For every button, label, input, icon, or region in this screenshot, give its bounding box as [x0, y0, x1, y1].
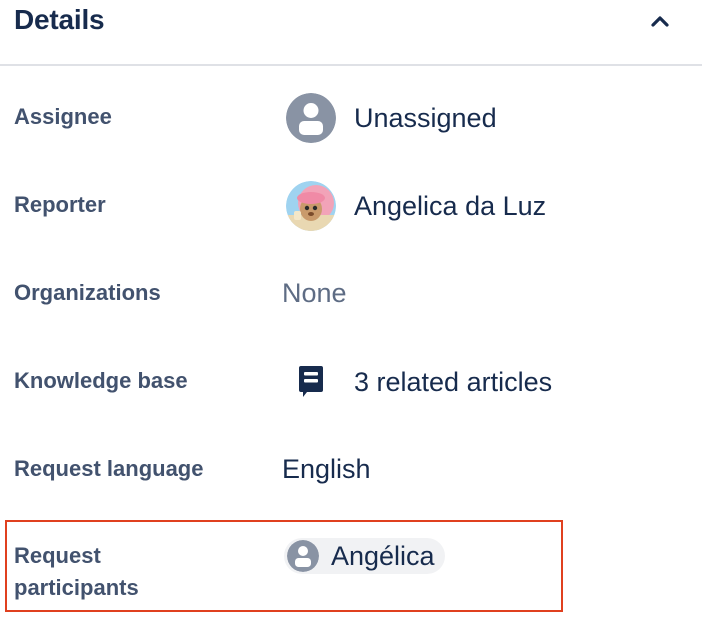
- assignee-value[interactable]: Unassigned: [286, 93, 497, 143]
- participant-chip[interactable]: Angélica: [284, 538, 445, 574]
- knowledge-base-text: 3 related articles: [354, 366, 553, 397]
- assignee-row: Assignee Unassigned: [0, 90, 702, 146]
- request-participants-label-line2: participants: [14, 575, 139, 600]
- panel-title: Details: [14, 4, 105, 35]
- request-language-label: Request language: [14, 456, 204, 481]
- request-participants-value: Angélica: [284, 538, 445, 574]
- knowledge-base-value[interactable]: 3 related articles: [286, 357, 552, 407]
- request-participants-label-line1: Request: [14, 543, 101, 568]
- organizations-value[interactable]: None: [282, 277, 347, 309]
- assignee-label: Assignee: [14, 104, 112, 129]
- chevron-up-icon: [651, 16, 669, 27]
- knowledge-base-row: Knowledge base 3 related articles: [0, 354, 702, 410]
- participant-name: Angélica: [331, 540, 435, 571]
- reporter-label: Reporter: [14, 192, 106, 217]
- request-participants-row: Request participants Angélica: [0, 538, 702, 606]
- assignee-text: Unassigned: [354, 102, 497, 133]
- request-language-value[interactable]: English: [282, 453, 371, 485]
- default-user-avatar: [286, 93, 336, 143]
- details-panel-header: Details: [0, 0, 702, 66]
- collapse-button[interactable]: [640, 4, 680, 36]
- default-user-avatar: [287, 540, 319, 572]
- user-avatar-photo: [286, 181, 336, 231]
- book-icon: [286, 357, 336, 407]
- knowledge-base-label: Knowledge base: [14, 368, 188, 393]
- reporter-text: Angelica da Luz: [354, 190, 547, 221]
- request-language-text: English: [282, 453, 371, 484]
- organizations-row: Organizations None: [0, 266, 702, 322]
- organizations-text: None: [282, 277, 347, 308]
- request-language-row: Request language English: [0, 442, 702, 498]
- reporter-value[interactable]: Angelica da Luz: [286, 181, 546, 231]
- reporter-row: Reporter Angelica da Luz: [0, 178, 702, 234]
- organizations-label: Organizations: [14, 280, 161, 305]
- request-participants-label: Request participants: [14, 540, 139, 604]
